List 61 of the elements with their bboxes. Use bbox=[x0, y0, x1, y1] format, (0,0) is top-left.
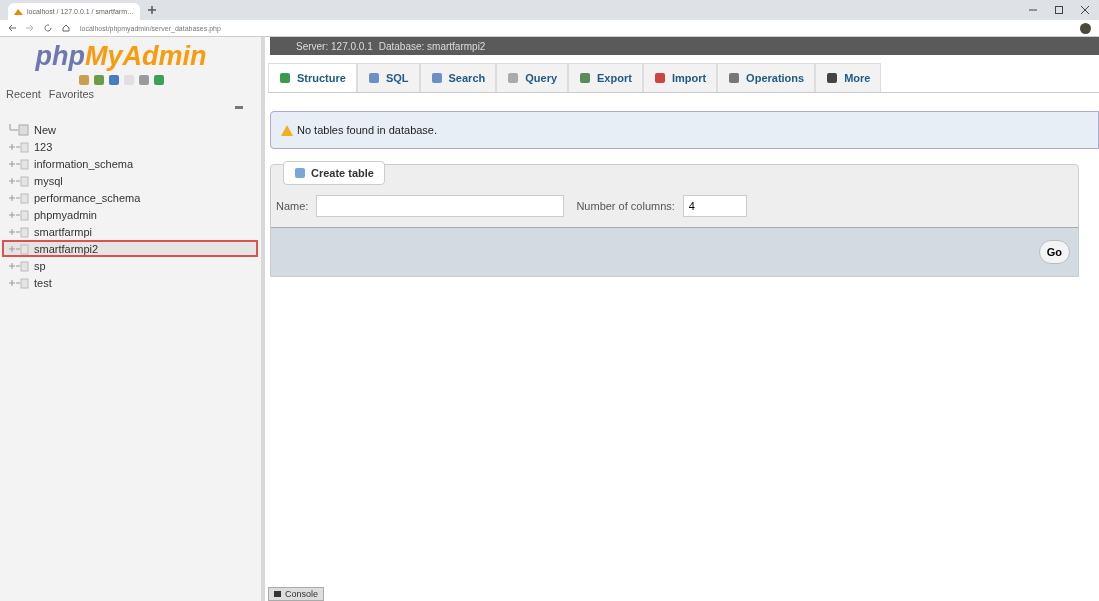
nav-tab[interactable]: Import bbox=[642, 63, 718, 92]
nav-tab[interactable]: Structure bbox=[268, 63, 357, 92]
expand-icon[interactable] bbox=[8, 225, 30, 238]
database-item[interactable]: smartfarmpi bbox=[2, 223, 258, 240]
page-icon bbox=[14, 8, 23, 15]
database-item[interactable]: New bbox=[2, 121, 258, 138]
name-field[interactable] bbox=[316, 195, 565, 217]
forward-icon[interactable] bbox=[26, 24, 34, 32]
tab-icon bbox=[279, 72, 291, 84]
sidebar-link[interactable]: Favorites bbox=[48, 88, 95, 100]
notice-text: No tables found in database. bbox=[297, 124, 438, 136]
tab-icon bbox=[430, 72, 443, 84]
expand-icon[interactable] bbox=[8, 242, 30, 255]
tab-icon bbox=[653, 72, 666, 84]
nav-tab[interactable]: Operations bbox=[717, 63, 816, 92]
avatar-icon[interactable] bbox=[1080, 22, 1091, 34]
database-item[interactable]: mysql bbox=[2, 172, 258, 189]
tab-icon bbox=[826, 72, 839, 84]
collapse-icon[interactable] bbox=[235, 106, 243, 109]
nav-tab[interactable]: Query bbox=[496, 63, 569, 92]
tab-icon bbox=[728, 72, 741, 84]
database-item[interactable]: phpmyadmin bbox=[2, 206, 258, 223]
expand-icon[interactable] bbox=[8, 157, 30, 170]
minimize-icon[interactable] bbox=[1029, 6, 1037, 14]
sidebar-link[interactable]: Recent bbox=[6, 88, 41, 100]
close-icon[interactable] bbox=[1081, 6, 1089, 14]
database-item[interactable]: smartfarmpi2 bbox=[2, 240, 258, 257]
go-button[interactable]: Go bbox=[1038, 240, 1070, 264]
warning-icon bbox=[281, 124, 293, 136]
database-item[interactable]: 123 bbox=[2, 138, 258, 155]
reload-icon[interactable] bbox=[44, 24, 52, 32]
database-item[interactable]: information_schema bbox=[2, 155, 258, 172]
expand-icon[interactable] bbox=[8, 191, 30, 204]
expand-icon[interactable] bbox=[8, 140, 30, 153]
field-label: Name: bbox=[276, 200, 309, 212]
back-icon[interactable] bbox=[8, 24, 16, 32]
maximize-icon[interactable] bbox=[1055, 6, 1063, 14]
tab-icon bbox=[367, 72, 380, 84]
columns-field[interactable]: 4 bbox=[682, 195, 747, 217]
console-button[interactable]: Console bbox=[268, 587, 325, 601]
new-tab-icon[interactable] bbox=[148, 6, 156, 14]
database-item[interactable]: test bbox=[2, 274, 258, 291]
nav-tab[interactable]: Search bbox=[419, 63, 497, 92]
expand-icon[interactable] bbox=[8, 259, 30, 272]
new-database-icon bbox=[8, 123, 30, 136]
expand-icon[interactable] bbox=[8, 276, 30, 289]
tab-icon bbox=[507, 72, 520, 84]
create-table-legend: Create table bbox=[283, 161, 385, 185]
nav-tab[interactable]: Export bbox=[568, 63, 643, 92]
nav-tab[interactable]: More bbox=[815, 63, 882, 92]
expand-icon[interactable] bbox=[8, 208, 30, 221]
database-item[interactable]: performance_schema bbox=[2, 189, 258, 206]
tab-icon bbox=[579, 72, 592, 84]
expand-icon[interactable] bbox=[8, 174, 30, 187]
console-icon bbox=[274, 591, 281, 597]
breadcrumb-link[interactable]: Server: 127.0.0.1 bbox=[296, 40, 373, 52]
logo: phpMyAdmin bbox=[34, 41, 208, 72]
nav-tab[interactable]: SQL bbox=[356, 63, 420, 92]
database-item[interactable]: sp bbox=[2, 257, 258, 274]
breadcrumb-link[interactable]: Database: smartfarmpi2 bbox=[378, 40, 486, 52]
field-label: Number of columns: bbox=[576, 200, 675, 212]
